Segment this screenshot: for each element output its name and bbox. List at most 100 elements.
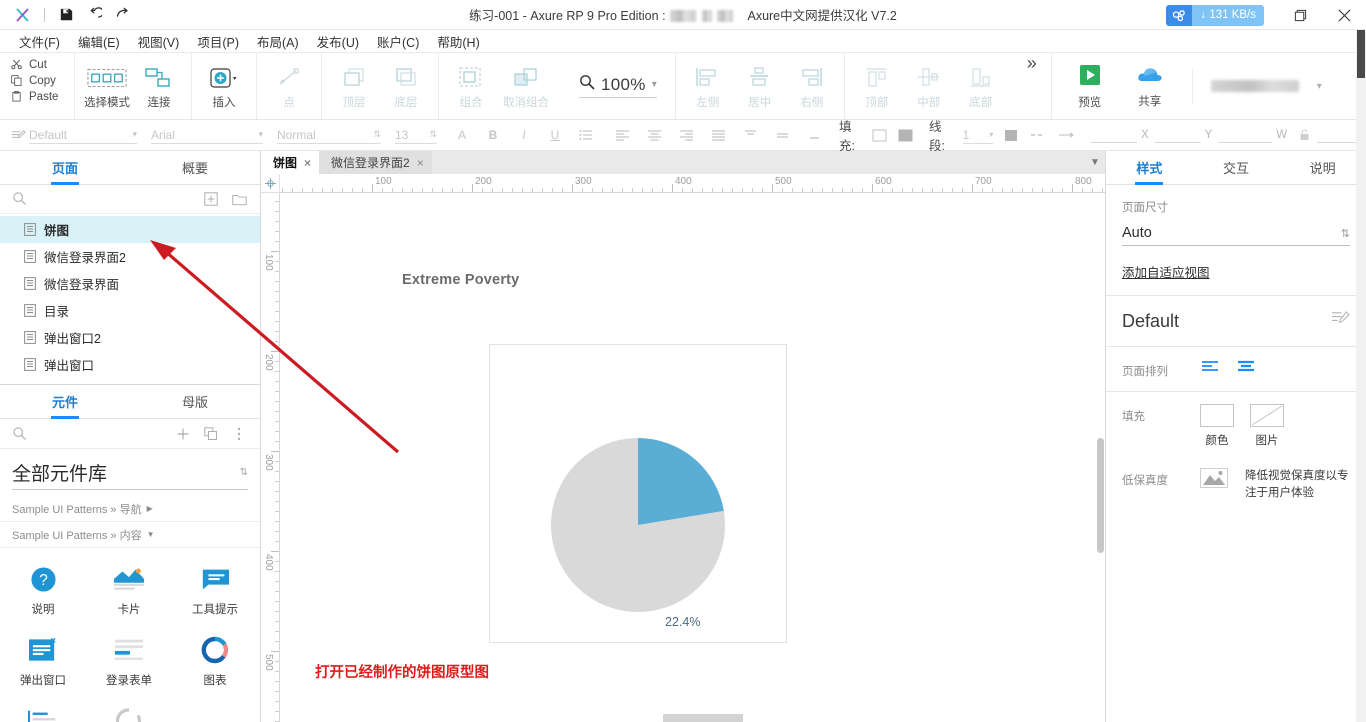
underline-icon[interactable]: U	[544, 124, 566, 146]
font-size-picker[interactable]: 13 ⇅	[388, 120, 444, 151]
duplicate-icon[interactable]	[202, 425, 220, 443]
copy-button[interactable]: Copy	[10, 74, 74, 87]
select-mode-button[interactable]: 选择模式	[81, 57, 133, 115]
widget-note[interactable]: ? 说明	[0, 556, 86, 627]
ruler-origin-icon[interactable]	[261, 174, 280, 193]
close-window-icon[interactable]	[1322, 0, 1366, 30]
align-center-icon[interactable]	[643, 124, 665, 146]
align-top-button[interactable]: 顶部	[851, 57, 903, 115]
widget-card[interactable]: 卡片	[86, 556, 172, 627]
send-to-back-button[interactable]: 底层	[380, 57, 432, 115]
network-speed-badge[interactable]: ↓ 131 KB/s	[1166, 4, 1264, 26]
edit-style-icon[interactable]	[1331, 310, 1350, 332]
align-middle-button[interactable]: 中部	[903, 57, 955, 115]
widget-chart[interactable]: 图表	[172, 627, 258, 698]
scrollbar-thumb[interactable]	[1357, 30, 1365, 78]
align-center-button[interactable]: 居中	[734, 57, 786, 115]
canvas-vertical-scrollbar[interactable]	[1097, 438, 1104, 553]
widget-tooltip[interactable]: 工具提示	[172, 556, 258, 627]
chevron-down-icon[interactable]: ▾	[652, 79, 657, 90]
canvas-tab-bingtu[interactable]: 饼图 ×	[261, 151, 320, 174]
plus-icon[interactable]	[174, 425, 192, 443]
canvas-tab-wechat-login-2[interactable]: 微信登录界面2 ×	[319, 151, 432, 174]
style-name[interactable]: Default ▾	[29, 126, 137, 144]
tab-overflow-chevron-icon[interactable]: ▼	[1085, 151, 1105, 174]
page-item-directory[interactable]: 目录	[0, 297, 260, 324]
image-placeholder-icon[interactable]	[1200, 468, 1229, 494]
point-button[interactable]: 点	[263, 57, 315, 115]
valign-top-icon[interactable]	[739, 124, 761, 146]
user-account-area[interactable]	[1210, 80, 1299, 92]
style-picker[interactable]: Default ▾	[0, 120, 144, 151]
menu-edit[interactable]: 编辑(E)	[69, 30, 129, 53]
pie-chart-widget[interactable]	[489, 344, 787, 643]
close-icon[interactable]: ×	[304, 156, 311, 170]
align-right-button[interactable]: 右侧	[786, 57, 838, 115]
page-item-wechat-login-2[interactable]: 微信登录界面2	[0, 243, 260, 270]
arrow-icon[interactable]	[1057, 124, 1077, 146]
font-size-select[interactable]: 13 ⇅	[395, 126, 437, 144]
fill-image-option[interactable]: 图片	[1250, 404, 1284, 448]
y-input[interactable]	[1154, 128, 1201, 143]
add-page-icon[interactable]	[202, 190, 220, 208]
fill-image-icon[interactable]	[897, 124, 915, 146]
fill-color-option[interactable]: 颜色	[1200, 404, 1234, 448]
paste-button[interactable]: Paste	[10, 90, 74, 103]
font-family-picker[interactable]: Arial ▾	[144, 120, 270, 151]
menu-layout[interactable]: 布局(A)	[248, 30, 308, 53]
valign-middle-icon[interactable]	[771, 124, 793, 146]
tab-notes[interactable]: 说明	[1279, 151, 1366, 184]
align-bottom-button[interactable]: 底部	[955, 57, 1007, 115]
add-adaptive-view-link[interactable]: 添加自适应视图	[1122, 262, 1350, 281]
font-weight-select[interactable]: Normal ⇅	[277, 126, 381, 144]
bold-icon[interactable]: B	[482, 124, 504, 146]
text-color-icon[interactable]: A	[451, 124, 473, 146]
menu-file[interactable]: 文件(F)	[10, 30, 69, 53]
more-vertical-icon[interactable]	[230, 425, 248, 443]
line-width-select[interactable]: 1 ▾	[962, 126, 994, 144]
horizontal-ruler[interactable]: 100 200 300 400 500 600 700 800	[280, 174, 1105, 193]
close-icon[interactable]: ×	[417, 156, 424, 170]
tab-pages[interactable]: 页面	[0, 151, 130, 184]
ungroup-button[interactable]: 取消组合	[497, 57, 555, 115]
redo-icon[interactable]	[109, 4, 135, 26]
fill-color-icon[interactable]	[871, 124, 889, 146]
window-vertical-scrollbar[interactable]	[1356, 30, 1366, 722]
align-left-button[interactable]: 左侧	[682, 57, 734, 115]
menu-help[interactable]: 帮助(H)	[428, 30, 488, 53]
page-item-popup[interactable]: 弹出窗口	[0, 351, 260, 378]
connect-button[interactable]: 连接	[133, 57, 185, 115]
line-style-icon[interactable]	[1029, 124, 1049, 146]
library-group-navigation[interactable]: Sample UI Patterns » 导航 ▶	[0, 496, 260, 522]
search-icon[interactable]	[12, 426, 28, 442]
restore-window-icon[interactable]	[1278, 0, 1322, 30]
italic-icon[interactable]: I	[513, 124, 535, 146]
share-button[interactable]: 共享	[1126, 64, 1174, 109]
preview-button[interactable]: 预览	[1066, 63, 1114, 110]
valign-bottom-icon[interactable]	[803, 124, 825, 146]
align-page-center-icon[interactable]	[1236, 359, 1256, 375]
tab-masters[interactable]: 母版	[130, 385, 260, 418]
cut-button[interactable]: Cut	[10, 58, 74, 71]
widget-login-form[interactable]: 登录表单	[86, 627, 172, 698]
canvas-horizontal-scrollbar[interactable]	[663, 714, 743, 722]
tab-outline[interactable]: 概要	[130, 151, 260, 184]
line-color-icon[interactable]	[1001, 124, 1021, 146]
undo-icon[interactable]	[81, 4, 107, 26]
x-input[interactable]	[1090, 128, 1137, 143]
library-group-content[interactable]: Sample UI Patterns » 内容 ▼	[0, 522, 260, 548]
search-icon[interactable]	[12, 191, 28, 207]
tab-widgets[interactable]: 元件	[0, 385, 130, 418]
vertical-ruler[interactable]: 100 200 300 400 500	[261, 193, 280, 722]
menu-publish[interactable]: 发布(U)	[308, 30, 368, 53]
menu-account[interactable]: 账户(C)	[368, 30, 428, 53]
widget-modal[interactable]: 弹出窗口	[0, 627, 86, 698]
zoom-control[interactable]: 100% ▾	[579, 74, 657, 98]
add-folder-icon[interactable]	[230, 190, 248, 208]
default-style-row[interactable]: Default	[1106, 296, 1366, 347]
menu-project[interactable]: 项目(P)	[188, 30, 248, 53]
menu-view[interactable]: 视图(V)	[129, 30, 189, 53]
toolbar-overflow-button[interactable]: »	[1013, 53, 1051, 119]
design-sheet[interactable]: Extreme Poverty 22.4% 77.6% 打开已经制作的饼图原型图	[280, 193, 1105, 722]
group-button[interactable]: 组合	[445, 57, 497, 115]
